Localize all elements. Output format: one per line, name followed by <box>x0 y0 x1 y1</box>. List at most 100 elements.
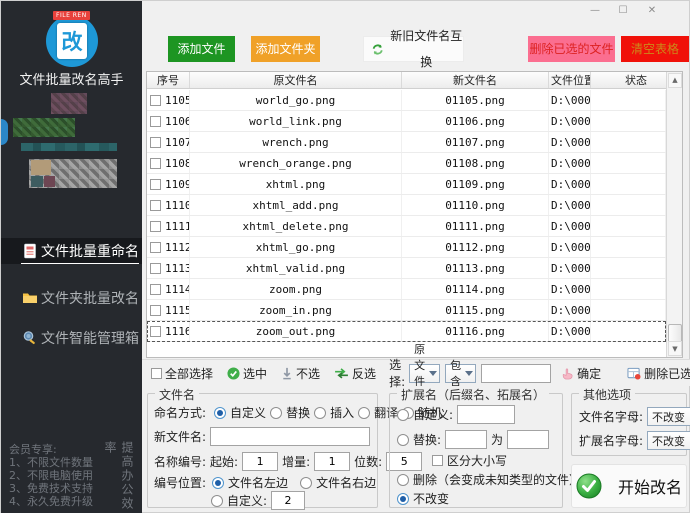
row-checkbox[interactable] <box>150 94 161 106</box>
sidebar-item-smart-manage[interactable]: 文件智能管理箱 <box>1 325 142 351</box>
ext-custom-input[interactable] <box>457 405 516 424</box>
uncheck-button[interactable]: 不选 <box>281 365 320 382</box>
increment-input[interactable] <box>314 452 351 471</box>
row-new-name: 01113.png <box>402 258 549 278</box>
scroll-up-icon[interactable]: ▲ <box>668 73 682 88</box>
case-sensitive-checkbox[interactable] <box>432 455 443 466</box>
row-new-name: 01115.png <box>402 300 549 320</box>
redacted-block <box>51 93 87 114</box>
table-row[interactable]: 1105 world_go.png 01105.png D:\000\ <box>147 90 666 111</box>
swap-names-button[interactable]: 新旧文件名互换 <box>363 29 464 69</box>
table-row[interactable]: 1112 xhtml_go.png 01112.png D:\000\ <box>147 237 666 258</box>
chevron-down-icon <box>429 370 438 376</box>
sidebar-collapse-handle[interactable] <box>1 119 8 145</box>
radio-custom[interactable] <box>214 406 227 419</box>
table-row[interactable]: 1115 zoom_in.png 01115.png D:\000\ <box>147 300 666 321</box>
invert-selection-button[interactable]: 反选 <box>334 365 376 382</box>
confirm-button[interactable]: 确定 <box>561 365 601 382</box>
row-checkbox[interactable] <box>150 199 161 211</box>
clear-table-button[interactable]: 清空表格 <box>621 36 689 62</box>
keyword-input[interactable] <box>481 363 552 383</box>
radio-replace[interactable] <box>270 406 283 419</box>
row-status <box>591 195 666 215</box>
close-button[interactable]: ✕ <box>642 4 662 18</box>
col-header-location[interactable]: 文件位置 <box>549 72 591 88</box>
vip-item: 3、免费技术支持 <box>9 482 93 495</box>
table-row[interactable]: 1109 xhtml.png 01109.png D:\000\ <box>147 174 666 195</box>
sidebar: 改 FILE REN 文件批量改名高手 文件批量重命名 文件夹批量改名 文件智能… <box>1 1 142 513</box>
sidebar-item-batch-rename[interactable]: 文件批量重命名 <box>1 238 142 264</box>
vip-item: 1、不限文件数量 <box>9 456 93 469</box>
col-header-newname[interactable]: 新文件名 <box>402 72 549 88</box>
vip-benefits: 会员专享: 1、不限文件数量 2、不限电脑使用 3、免费技术支持 4、永久免费升… <box>9 443 93 508</box>
table-row[interactable]: 1110 xhtml_add.png 01110.png D:\000\ <box>147 195 666 216</box>
row-checkbox[interactable] <box>150 304 161 316</box>
sidebar-item-folder-rename[interactable]: 文件夹批量改名 <box>1 285 142 311</box>
table-row[interactable]: 1107 wrench.png 01107.png D:\000\ <box>147 132 666 153</box>
row-old-name: zoom_out.png <box>190 321 402 341</box>
radio-insert[interactable] <box>314 406 327 419</box>
ext-replace-to-input[interactable] <box>507 430 550 449</box>
field-dropdown[interactable]: 原文件名 <box>409 343 441 404</box>
table-row[interactable]: 1106 world_link.png 01106.png D:\000\ <box>147 111 666 132</box>
file-table: 序号 原文件名 新文件名 文件位置 状态 1105 world_go.png 0… <box>146 71 683 358</box>
select-all-checkbox[interactable]: 全部选择 <box>151 365 213 382</box>
row-location: D:\000\ <box>549 195 591 215</box>
start-rename-button[interactable]: 开始改名 <box>571 464 687 508</box>
delete-selected-button[interactable]: 删除已选 <box>627 365 690 382</box>
filename-case-dropdown[interactable]: 不改变 <box>647 407 690 426</box>
table-row[interactable]: 1113 xhtml_valid.png 01113.png D:\000\ <box>147 258 666 279</box>
ext-case-label: 扩展名字母: <box>579 434 644 448</box>
start-label: 起始: <box>210 455 239 469</box>
add-files-button[interactable]: 添加文件 <box>168 36 235 62</box>
row-old-name: wrench_orange.png <box>190 153 402 173</box>
table-row[interactable]: 1114 zoom.png 01114.png D:\000\ <box>147 279 666 300</box>
table-row[interactable]: 1108 wrench_orange.png 01108.png D:\000\ <box>147 153 666 174</box>
row-checkbox[interactable] <box>150 178 161 190</box>
row-checkbox[interactable] <box>150 136 161 148</box>
row-checkbox[interactable] <box>150 241 161 253</box>
col-header-oldname[interactable]: 原文件名 <box>190 72 402 88</box>
col-header-index[interactable]: 序号 <box>147 72 190 88</box>
new-name-input[interactable] <box>210 427 371 446</box>
other-options-panel: 其他选项 文件名字母: 不改变 扩展名字母: 不改变 <box>571 386 690 456</box>
row-index: 1110 <box>165 198 190 212</box>
row-checkbox[interactable] <box>150 325 161 337</box>
row-checkbox[interactable] <box>150 283 161 295</box>
add-folder-button[interactable]: 添加文件夹 <box>251 36 320 62</box>
radio-position-custom[interactable] <box>211 494 223 507</box>
delete-selected-files-button[interactable]: 删除已选的文件 <box>528 36 615 62</box>
ext-case-dropdown[interactable]: 不改变 <box>647 431 690 450</box>
row-checkbox[interactable] <box>150 220 161 232</box>
document-icon <box>24 243 36 259</box>
radio-ext-keep[interactable] <box>397 492 409 505</box>
radio-ext-replace[interactable] <box>397 433 409 446</box>
scroll-down-icon[interactable]: ▼ <box>668 341 682 356</box>
app-title: 文件批量改名高手 <box>19 73 124 88</box>
check-button[interactable]: 选中 <box>227 365 267 382</box>
start-input[interactable] <box>242 452 279 471</box>
redacted-block <box>13 118 75 137</box>
table-body: 1105 world_go.png 01105.png D:\000\ 1106… <box>147 90 666 357</box>
maximize-button[interactable]: ☐ <box>613 4 633 18</box>
naming-mode-label: 命名方式: <box>154 406 207 420</box>
minimize-button[interactable]: — <box>585 4 605 18</box>
radio-ext-custom[interactable] <box>397 408 409 421</box>
match-dropdown[interactable]: 包含 <box>445 359 477 388</box>
ext-replace-from-input[interactable] <box>445 430 488 449</box>
table-scrollbar[interactable]: ▲ ▼ <box>666 72 682 357</box>
table-row[interactable]: 1111 xhtml_delete.png 01111.png D:\000\ <box>147 216 666 237</box>
radio-ext-delete[interactable] <box>397 473 409 486</box>
sidebar-item-label: 文件批量重命名 <box>41 244 139 260</box>
row-checkbox[interactable] <box>150 262 161 274</box>
custom-position-input[interactable] <box>271 491 306 510</box>
row-checkbox[interactable] <box>150 157 161 169</box>
radio-position-right[interactable] <box>300 476 313 489</box>
table-row[interactable]: 1116 zoom_out.png 01116.png D:\000\ <box>147 321 666 342</box>
row-new-name: 01111.png <box>402 216 549 236</box>
row-status <box>591 153 666 173</box>
radio-position-left[interactable] <box>212 476 225 489</box>
vip-title: 会员专享: <box>9 443 57 456</box>
radio-translate[interactable] <box>358 406 371 419</box>
row-checkbox[interactable] <box>150 115 161 127</box>
